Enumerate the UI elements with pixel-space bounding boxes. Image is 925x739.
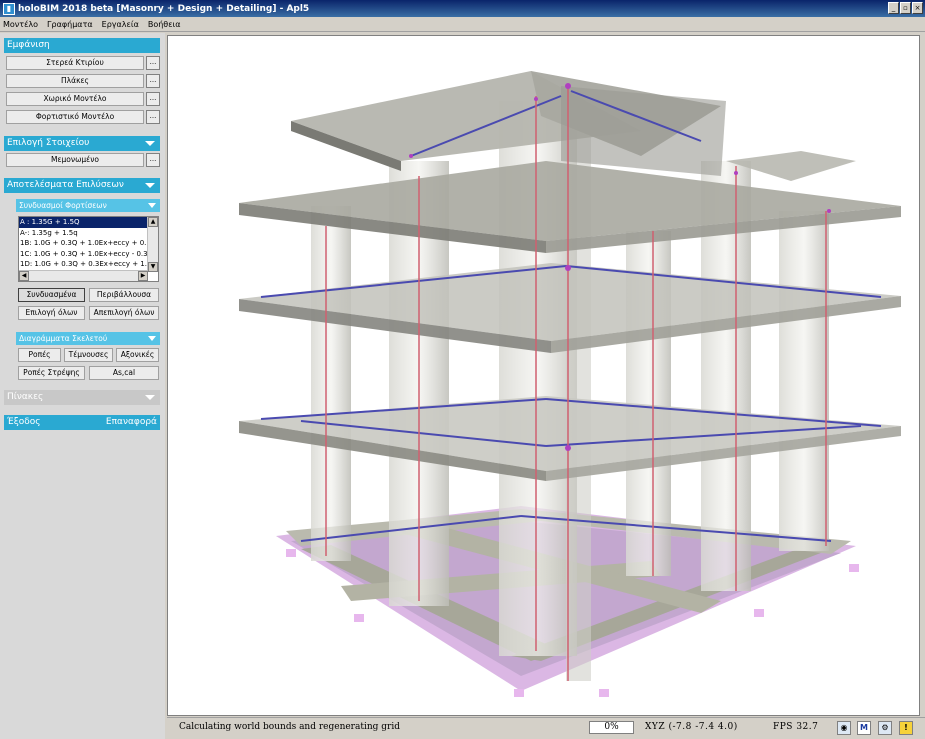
solid-building-options-button[interactable]: ... <box>146 56 160 70</box>
subsection-frame-diagrams-title: Διαγράμματα Σκελετού <box>19 334 108 343</box>
scroll-right-icon[interactable]: ▶ <box>138 271 148 281</box>
section-display-title: Εμφάνιση <box>7 40 50 50</box>
horizontal-scrollbar[interactable]: ◀ ▶ <box>19 270 148 281</box>
ascal-button[interactable]: As,cal <box>89 366 159 380</box>
section-element-select[interactable]: Επιλογή Στοιχείου <box>4 136 160 151</box>
chevron-down-icon <box>148 336 156 341</box>
subsection-load-combos[interactable]: Συνδυασμοί Φορτίσεων <box>16 199 160 212</box>
m-icon[interactable]: M <box>857 721 871 735</box>
app-icon: ▮ <box>3 2 15 15</box>
shear-button[interactable]: Τέμνουσες <box>64 348 113 362</box>
section-display[interactable]: Εμφάνιση <box>4 38 160 53</box>
scroll-down-icon[interactable]: ▼ <box>148 262 158 272</box>
right-border <box>920 35 925 716</box>
section-results[interactable]: Αποτελέσματα Επιλύσεων <box>4 178 160 193</box>
subsection-frame-diagrams[interactable]: Διαγράμματα Σκελετού <box>16 332 160 345</box>
scroll-left-icon[interactable]: ◀ <box>19 271 29 281</box>
maximize-button[interactable]: ▫ <box>900 2 911 14</box>
load-model-options-button[interactable]: ... <box>146 110 160 124</box>
single-select-button[interactable]: Μεμονωμένο <box>6 153 144 167</box>
section-tables-title: Πίνακες <box>7 392 44 402</box>
footer-bar: Έξοδος Επαναφορά <box>4 415 160 430</box>
moments-button[interactable]: Ροπές <box>18 348 61 362</box>
subsection-load-combos-title: Συνδυασμοί Φορτίσεων <box>19 201 107 210</box>
settings-icon[interactable]: ⚙ <box>878 721 892 735</box>
sidebar: Εμφάνιση Στερεά Κτιρίου ... Πλάκες ... Χ… <box>0 33 165 739</box>
progress-indicator: 0% <box>589 721 634 734</box>
3d-viewport[interactable] <box>167 35 920 716</box>
envelope-toggle[interactable]: Περιβάλλουσα <box>89 288 159 302</box>
fps-readout: FPS 32.7 <box>773 722 819 732</box>
combined-toggle[interactable]: Συνδυασμένα <box>18 288 85 302</box>
coordinate-readout: XYZ (-7.8 -7.4 4.0) <box>645 722 738 732</box>
list-item[interactable]: 1C: 1.0G + 0.3Q + 1.0Ex+eccy - 0.3 <box>19 249 158 260</box>
chevron-down-icon <box>148 203 156 208</box>
chevron-down-icon <box>145 141 155 146</box>
menu-bar: Μοντέλο Γραφήματα Εργαλεία Βοήθεια <box>0 17 925 32</box>
torsion-button[interactable]: Ροπές Στρέψης <box>18 366 85 380</box>
slabs-button[interactable]: Πλάκες <box>6 74 144 88</box>
chevron-down-icon <box>145 395 155 400</box>
menu-model[interactable]: Μοντέλο <box>3 20 38 29</box>
single-select-options-button[interactable]: ... <box>146 153 160 167</box>
status-bar: Calculating world bounds and regeneratin… <box>167 717 925 739</box>
vertical-scrollbar[interactable]: ▲ ▼ <box>147 217 158 272</box>
chevron-down-icon <box>145 183 155 188</box>
list-item[interactable]: A : 1.35G + 1.5Q <box>19 217 158 228</box>
menu-graphs[interactable]: Γραφήματα <box>47 20 93 29</box>
select-all-button[interactable]: Επιλογή όλων <box>18 306 85 320</box>
menu-help[interactable]: Βοήθεια <box>148 20 181 29</box>
list-item[interactable]: 1B: 1.0G + 0.3Q + 1.0Ex+eccy + 0. <box>19 238 158 249</box>
load-combos-list[interactable]: A : 1.35G + 1.5Q A-: 1.35g + 1.5q 1B: 1.… <box>18 216 159 282</box>
warning-icon[interactable]: ! <box>899 721 913 735</box>
window-title: holoBIM 2018 beta [Masonry + Design + De… <box>18 3 310 14</box>
slabs-options-button[interactable]: ... <box>146 74 160 88</box>
section-element-select-title: Επιλογή Στοιχείου <box>7 138 90 148</box>
solid-building-button[interactable]: Στερεά Κτιρίου <box>6 56 144 70</box>
list-item[interactable]: A-: 1.35g + 1.5q <box>19 228 158 239</box>
spatial-model-options-button[interactable]: ... <box>146 92 160 106</box>
title-bar: ▮ holoBIM 2018 beta [Masonry + Design + … <box>0 0 925 17</box>
reset-link[interactable]: Επαναφορά <box>106 415 157 430</box>
list-item[interactable]: 1D: 1.0G + 0.3Q + 0.3Ex+eccy + 1. <box>19 259 158 270</box>
axial-button[interactable]: Αξονικές <box>116 348 159 362</box>
spatial-model-button[interactable]: Χωρικό Μοντέλο <box>6 92 144 106</box>
minimize-button[interactable]: _ <box>888 2 899 14</box>
section-tables[interactable]: Πίνακες <box>4 390 160 405</box>
status-message: Calculating world bounds and regeneratin… <box>179 722 400 732</box>
load-model-button[interactable]: Φορτιστικό Μοντέλο <box>6 110 144 124</box>
globe-icon[interactable]: ◉ <box>837 721 851 735</box>
building-model <box>239 71 901 697</box>
scroll-up-icon[interactable]: ▲ <box>148 217 158 227</box>
exit-link[interactable]: Έξοδος <box>7 417 41 427</box>
menu-tools[interactable]: Εργαλεία <box>102 20 139 29</box>
close-button[interactable]: × <box>912 2 923 14</box>
section-results-title: Αποτελέσματα Επιλύσεων <box>7 180 124 190</box>
deselect-all-button[interactable]: Απεπιλογή όλων <box>89 306 159 320</box>
